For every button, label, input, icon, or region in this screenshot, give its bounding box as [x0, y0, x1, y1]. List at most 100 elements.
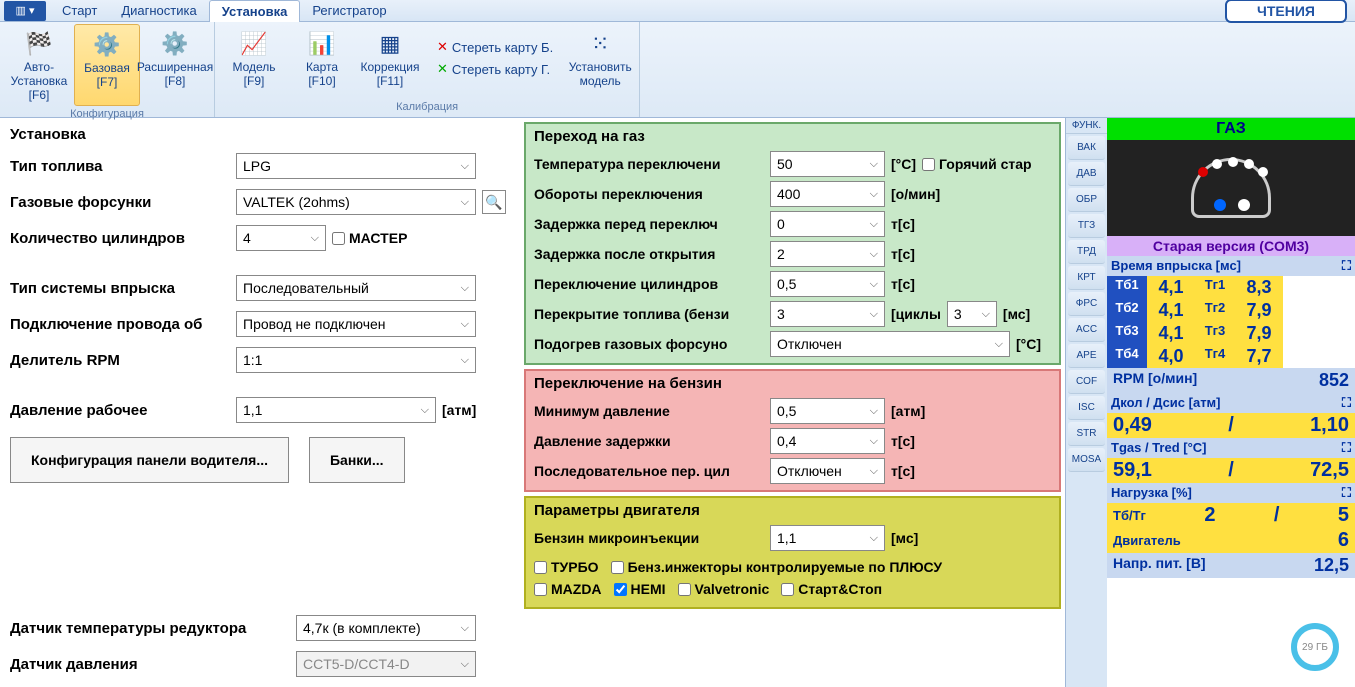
engine-micro-combo[interactable]: 1,1: [770, 525, 885, 551]
inj-cell: Тг1: [1195, 276, 1235, 299]
engine-panel: Параметры двигателя Бензин микроинъекции…: [524, 496, 1061, 609]
gauge-display: [1107, 140, 1355, 236]
inj-cell: Тб3: [1107, 322, 1147, 345]
valvetronic-checkbox[interactable]: Valvetronic: [678, 581, 770, 597]
gas-overlap2-combo[interactable]: 3: [947, 301, 997, 327]
hemi-checkbox[interactable]: HEMI: [614, 581, 666, 597]
rpm-div-label: Делитель RPM: [10, 352, 230, 369]
inj-sys-combo[interactable]: Последовательный: [236, 275, 476, 301]
fuel-type-label: Тип топлива: [10, 158, 230, 175]
rpm-div-combo[interactable]: 1:1: [236, 347, 476, 373]
side-tab-трд[interactable]: ТРД: [1068, 240, 1105, 264]
inj-cell: Тб1: [1107, 276, 1147, 299]
gas-overlap-combo[interactable]: 3: [770, 301, 885, 327]
side-tab-вак[interactable]: ВАК: [1068, 136, 1105, 160]
injectors-search-button[interactable]: 🔍: [482, 190, 506, 214]
fuel-type-combo[interactable]: LPG: [236, 153, 476, 179]
plus-checkbox[interactable]: Бенз.инжекторы контролируемые по ПЛЮСУ: [611, 559, 943, 575]
cylinders-combo[interactable]: 4: [236, 225, 326, 251]
tab-setup[interactable]: Установка: [209, 0, 301, 22]
side-tab-isc[interactable]: ISC: [1068, 396, 1105, 420]
turbo-checkbox[interactable]: ТУРБО: [534, 559, 599, 575]
erase-map-b[interactable]: ✕Стереть карту Б.: [437, 39, 553, 55]
gas-dbefore-combo[interactable]: 0: [770, 211, 885, 237]
ribbon-map[interactable]: 📊 Карта [F10]: [289, 24, 355, 92]
gas-temp-unit: [°C]: [891, 156, 916, 172]
tab-logger[interactable]: Регистратор: [300, 0, 398, 21]
petrol-seq-combo[interactable]: Отключен: [770, 458, 885, 484]
work-press-unit: [атм]: [442, 402, 476, 418]
reading-button[interactable]: ЧТЕНИЯ: [1225, 0, 1347, 23]
inj-time-title: Время впрыска [мс]: [1111, 258, 1241, 274]
app-menu-button[interactable]: ▥ ▾: [4, 1, 46, 21]
master-checkbox[interactable]: МАСТЕР: [332, 230, 407, 246]
inj-sys-label: Тип системы впрыска: [10, 280, 230, 297]
side-tab-cof[interactable]: COF: [1068, 370, 1105, 394]
mazda-checkbox[interactable]: MAZDA: [534, 581, 602, 597]
eng-v: 6: [1338, 529, 1349, 552]
load-title: Нагрузка [%]: [1111, 485, 1192, 501]
map-icon: 📊: [306, 28, 338, 60]
side-tab-ape[interactable]: APE: [1068, 344, 1105, 368]
gas-overlap-label: Перекрытие топлива (бензи: [534, 306, 764, 322]
status-mode: ГАЗ: [1107, 118, 1355, 140]
master-label: МАСТЕР: [349, 230, 407, 246]
ribbon-auto-setup[interactable]: 🏁 Авто-Установка [F6]: [6, 24, 72, 106]
petrol-dpress-combo[interactable]: 0,4: [770, 428, 885, 454]
ribbon-model[interactable]: 📈 Модель [F9]: [221, 24, 287, 92]
tab-start[interactable]: Старт: [50, 0, 109, 21]
tab-diagnostics[interactable]: Диагностика: [109, 0, 208, 21]
side-tab-mosa[interactable]: MOSA: [1068, 448, 1105, 472]
temp-sensor-combo[interactable]: 4,7к (в комплекте): [296, 615, 476, 641]
gas-heat-unit: [°C]: [1016, 336, 1041, 352]
startstop-checkbox[interactable]: Старт&Стоп: [781, 581, 882, 597]
press-v2: 1,10: [1310, 414, 1349, 437]
side-tab-крт[interactable]: КРТ: [1068, 266, 1105, 290]
search-icon: 🔍: [485, 194, 502, 211]
gas-rpm-combo[interactable]: 400: [770, 181, 885, 207]
tgas-v1: 59,1: [1113, 459, 1152, 482]
side-tab-фрс[interactable]: ФРС: [1068, 292, 1105, 316]
x-icon: ✕: [437, 61, 448, 77]
expand-icon[interactable]: ⛶: [1342, 485, 1351, 501]
inj-cell: 4,1: [1147, 276, 1195, 299]
wire-combo[interactable]: Провод не подключен: [236, 311, 476, 337]
driver-panel-button[interactable]: Конфигурация панели водителя...: [10, 437, 289, 483]
side-tab-тгз[interactable]: ТГЗ: [1068, 214, 1105, 238]
expand-icon[interactable]: ⛶: [1342, 395, 1351, 411]
ribbon-auto-label: Авто-Установка: [11, 60, 68, 88]
injectors-combo[interactable]: VALTEK (2ohms): [236, 189, 476, 215]
expand-icon[interactable]: ⛶: [1342, 440, 1351, 456]
gear-icon: ⚙️: [159, 28, 191, 60]
work-press-combo[interactable]: 1,1: [236, 397, 436, 423]
gas-rpm-unit: [о/мин]: [891, 186, 940, 202]
side-tab-дав[interactable]: ДАВ: [1068, 162, 1105, 186]
rpm-label: RPM [о/мин]: [1113, 370, 1197, 391]
gas-heat-combo[interactable]: Отключен: [770, 331, 1010, 357]
gas-cyl-label: Переключение цилиндров: [534, 276, 764, 292]
petrol-minp-combo[interactable]: 0,5: [770, 398, 885, 424]
ribbon-set-model[interactable]: ⁙ Установить модель: [567, 24, 633, 92]
ribbon-extended[interactable]: ⚙️ Расширенная [F8]: [142, 24, 208, 106]
ribbon-group-calib: Калибрация: [394, 99, 460, 115]
gas-cyl-combo[interactable]: 0,5: [770, 271, 885, 297]
hot-start-input[interactable]: [922, 158, 935, 171]
gas-temp-combo[interactable]: 50: [770, 151, 885, 177]
gas-title: Переход на газ: [534, 128, 1051, 145]
expand-icon[interactable]: ⛶: [1342, 258, 1351, 274]
ribbon-correction[interactable]: ▦ Коррекция [F11]: [357, 24, 423, 92]
hot-start-checkbox[interactable]: Горячий стар: [922, 156, 1032, 172]
master-checkbox-input[interactable]: [332, 232, 345, 245]
banks-button[interactable]: Банки...: [309, 437, 405, 483]
side-tab-acc[interactable]: ACC: [1068, 318, 1105, 342]
erase-map-g[interactable]: ✕Стереть карту Г.: [437, 61, 553, 77]
version-bar: Старая версия (COM3): [1107, 236, 1355, 256]
side-tab-обр[interactable]: ОБР: [1068, 188, 1105, 212]
ribbon-model-label: Модель: [232, 60, 275, 74]
gas-dafter-combo[interactable]: 2: [770, 241, 885, 267]
inj-cell: Тб4: [1107, 345, 1147, 368]
side-tab-str[interactable]: STR: [1068, 422, 1105, 446]
ribbon-basic[interactable]: ⚙️ Базовая [F7]: [74, 24, 140, 106]
scatter-icon: ⁙: [584, 28, 616, 60]
wire-label: Подключение провода об: [10, 316, 230, 333]
